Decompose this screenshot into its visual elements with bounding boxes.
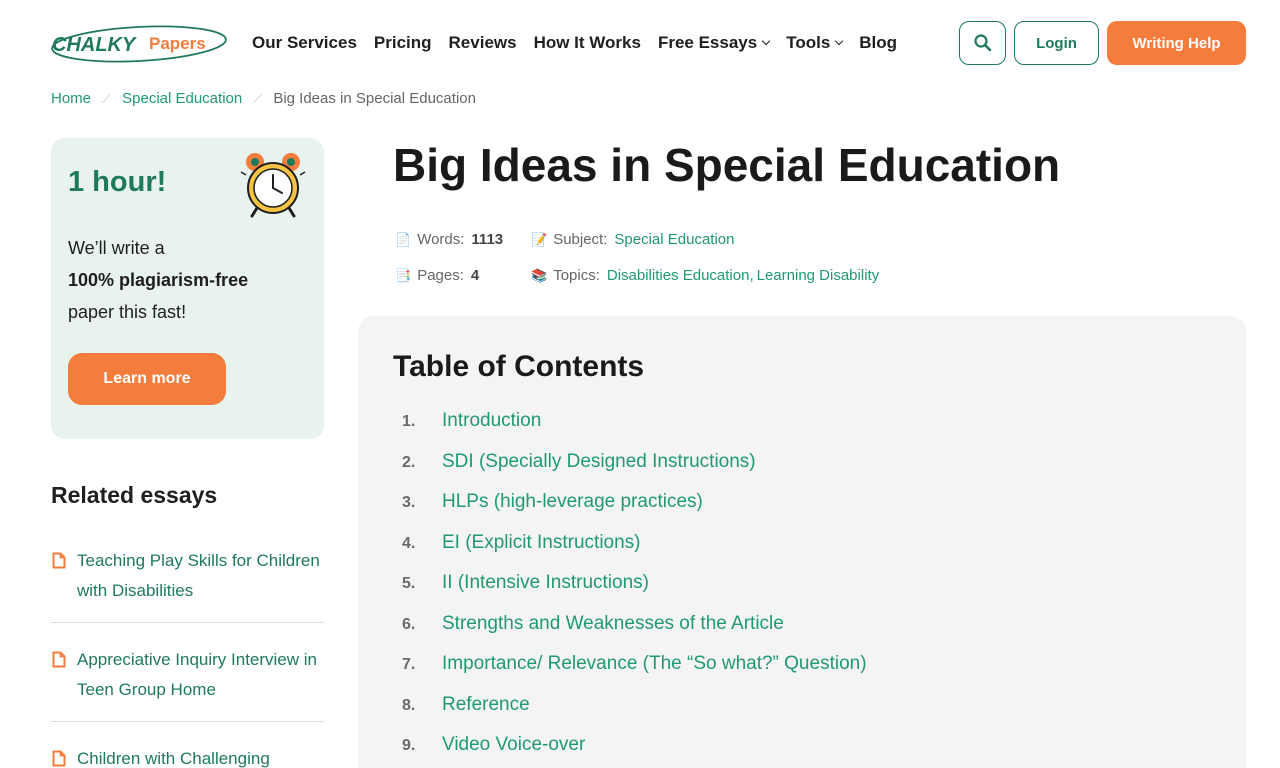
nav-how-it-works[interactable]: How It Works <box>534 33 641 53</box>
main-nav: Our Services Pricing Reviews How It Work… <box>252 33 914 53</box>
toc-link[interactable]: Reference <box>442 694 530 716</box>
topic-link[interactable]: Learning Disability <box>757 267 880 284</box>
toc-link[interactable]: Video Voice-over <box>442 734 585 756</box>
memo-icon: 📝 <box>531 231 548 247</box>
toc-item: 9. Video Voice-over <box>402 734 867 768</box>
toc-item: 4. EI (Explicit Instructions) <box>402 532 867 573</box>
toc-number: 3. <box>402 494 416 511</box>
toc-list: 1. Introduction 2. SDI (Specially Designed… <box>402 410 867 768</box>
toc-number: 7. <box>402 656 416 673</box>
chevron-down-icon <box>835 36 844 46</box>
search-button[interactable] <box>959 21 1006 65</box>
related-essays-title: Related essays <box>51 482 218 508</box>
toc-link[interactable]: HLPs (high-leverage practices) <box>442 491 703 513</box>
toc-title: Table of Contents <box>393 350 645 383</box>
toc-link[interactable]: II (Intensive Instructions) <box>442 572 649 594</box>
toc-item: 2. SDI (Specially Designed Instructions) <box>402 451 867 492</box>
document-icon <box>52 750 66 767</box>
toc-link[interactable]: SDI (Specially Designed Instructions) <box>442 451 756 473</box>
breadcrumb-separator: ⟋ <box>253 90 263 106</box>
meta-subject: 📝 Subject: Special Education <box>531 231 735 248</box>
toc-link[interactable]: Strengths and Weaknesses of the Article <box>442 613 784 635</box>
promo-text: We’ll write a 100% plagiarism-free paper… <box>68 238 249 322</box>
nav-tools[interactable]: Tools <box>786 33 844 53</box>
nav-reviews[interactable]: Reviews <box>449 33 517 53</box>
toc-number: 9. <box>402 737 416 754</box>
toc-number: 1. <box>402 413 416 430</box>
page-icon: 📄 <box>395 231 412 247</box>
related-essays-list: Teaching Play Skills for Children with D… <box>51 540 324 768</box>
related-essay-item[interactable]: Teaching Play Skills for Children with D… <box>51 540 324 623</box>
writing-help-button[interactable]: Writing Help <box>1107 21 1246 65</box>
toc-item: 5. II (Intensive Instructions) <box>402 572 867 613</box>
nav-pricing[interactable]: Pricing <box>374 33 432 53</box>
subject-link[interactable]: Special Education <box>614 231 734 248</box>
toc-item: 7. Importance/ Relevance (The “So what?” … <box>402 653 867 694</box>
nav-blog[interactable]: Blog <box>859 33 897 53</box>
breadcrumb-current: Big Ideas in Special Education <box>273 90 476 107</box>
toc-item: 8. Reference <box>402 694 867 735</box>
alarm-clock-icon <box>240 153 306 218</box>
related-essay-item[interactable]: Children with Challenging <box>51 738 324 768</box>
breadcrumb: Home ⟋ Special Education ⟋ Big Ideas in … <box>51 90 476 107</box>
breadcrumb-home[interactable]: Home <box>51 90 91 107</box>
toc-number: 5. <box>402 575 416 592</box>
toc-link[interactable]: Introduction <box>442 410 541 432</box>
toc-number: 4. <box>402 534 416 552</box>
promo-title: 1 hour! <box>68 166 167 198</box>
chalky-papers-logo[interactable]: CHALKY Papers <box>50 24 228 64</box>
topic-separator: , <box>749 267 754 284</box>
page-title: Big Ideas in Special Education <box>393 139 1061 191</box>
meta-words: 📄 Words: 1113 <box>395 231 504 248</box>
breadcrumb-separator: ⟋ <box>102 90 112 106</box>
books-icon: 📚 <box>531 267 548 283</box>
breadcrumb-category[interactable]: Special Education <box>122 90 242 107</box>
toc-item: 3. HLPs (high-leverage practices) <box>402 491 867 532</box>
toc-number: 8. <box>402 696 416 714</box>
topic-link[interactable]: Disabilities Education <box>607 267 750 284</box>
document-icon <box>52 552 66 569</box>
svg-text:Papers: Papers <box>149 34 206 53</box>
bookmark-tabs-icon: 📑 <box>395 267 412 283</box>
search-icon <box>973 34 991 52</box>
toc-link[interactable]: Importance/ Relevance (The “So what?” Qu… <box>442 653 867 675</box>
toc-link[interactable]: EI (Explicit Instructions) <box>442 532 641 554</box>
promo-card: 1 hour! We’ll write a 100% plagiarism-fr… <box>51 138 324 439</box>
toc-number: 2. <box>402 453 416 471</box>
toc-item: 1. Introduction <box>402 410 867 451</box>
toc-number: 6. <box>402 615 416 633</box>
learn-more-button[interactable]: Learn more <box>68 353 226 405</box>
meta-pages: 📑 Pages: 4 <box>395 267 480 284</box>
table-of-contents: Table of Contents 1. Introduction 2. SDI (… <box>358 316 1246 768</box>
site-header: CHALKY Papers Our Services Pricing Revie… <box>0 0 1280 88</box>
login-button[interactable]: Login <box>1014 21 1099 65</box>
nav-free-essays[interactable]: Free Essays <box>658 33 771 53</box>
svg-text:CHALKY: CHALKY <box>52 34 137 56</box>
nav-our-services[interactable]: Our Services <box>252 33 357 53</box>
document-icon <box>52 651 66 668</box>
meta-topics: 📚 Topics: Disabilities Education, Learning… <box>531 267 880 284</box>
toc-item: 6. Strengths and Weaknesses of the Articl… <box>402 613 867 654</box>
chevron-down-icon <box>761 36 771 46</box>
related-essay-item[interactable]: Appreciative Inquiry Interview in Teen G… <box>51 639 324 722</box>
